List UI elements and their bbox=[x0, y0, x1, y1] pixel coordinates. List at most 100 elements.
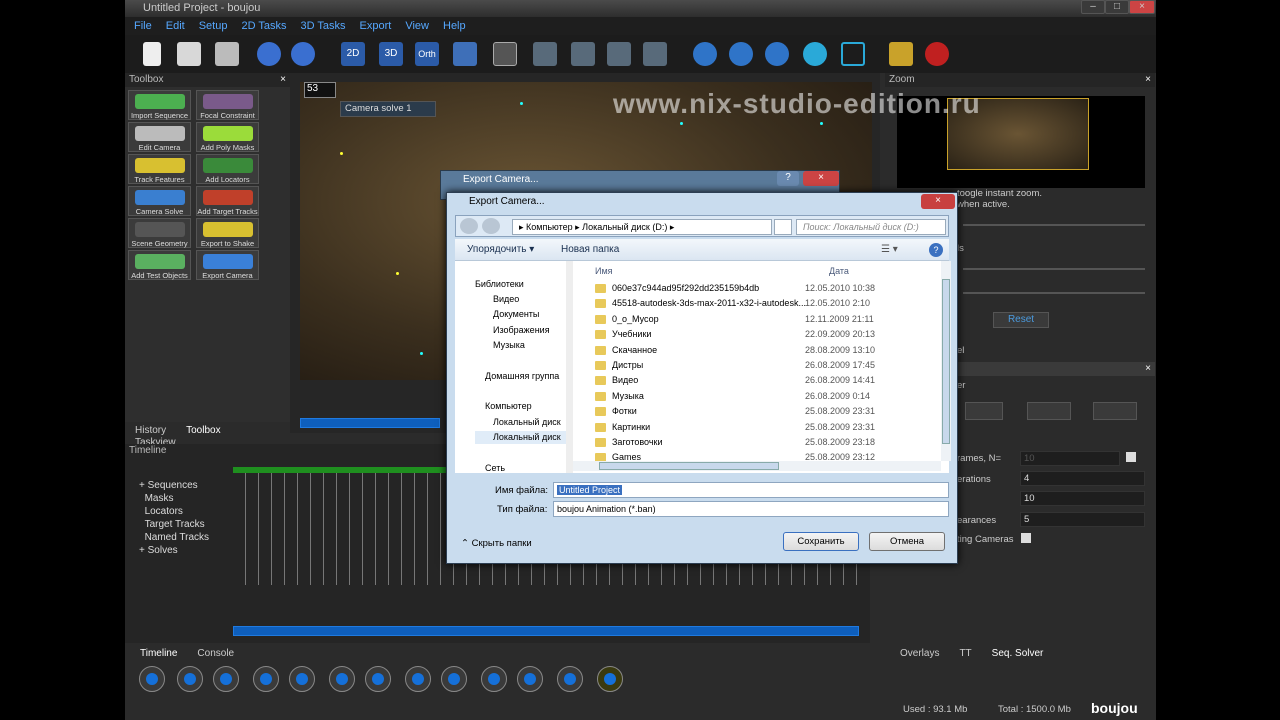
layout-4-icon[interactable] bbox=[643, 42, 667, 66]
frame-number-field[interactable]: 53 bbox=[304, 82, 336, 98]
tab-history[interactable]: History bbox=[125, 425, 176, 436]
zoom-slider-1[interactable] bbox=[963, 224, 1145, 226]
column-name[interactable]: Имя bbox=[595, 266, 613, 276]
tab-seq-solver[interactable]: Seq. Solver bbox=[982, 648, 1054, 659]
nav-local-disk-c[interactable]: Локальный диск bbox=[493, 417, 561, 427]
globe-2-icon[interactable] bbox=[729, 42, 753, 66]
search-red-icon[interactable] bbox=[925, 42, 949, 66]
globe-3-icon[interactable] bbox=[765, 42, 789, 66]
file-row[interactable]: Учебники 22.09.2009 20:13 bbox=[595, 327, 935, 342]
close-button[interactable]: × bbox=[1129, 0, 1155, 14]
seq-forward-button[interactable] bbox=[1093, 402, 1137, 420]
layout-3-icon[interactable] bbox=[607, 42, 631, 66]
file-row[interactable]: Скачанное 28.08.2009 13:10 bbox=[595, 343, 935, 358]
nav-computer[interactable]: Компьютер bbox=[485, 401, 532, 411]
value-field[interactable]: 10 bbox=[1020, 491, 1145, 506]
file-row[interactable]: 060e37c944ad95f292dd235159b4db 12.05.2010… bbox=[595, 281, 935, 296]
rewind-icon[interactable] bbox=[329, 666, 355, 692]
eye-icon[interactable] bbox=[803, 42, 827, 66]
tab-tt[interactable]: TT bbox=[949, 648, 981, 659]
menu-setup[interactable]: Setup bbox=[199, 20, 228, 32]
file-list-scrollbar[interactable] bbox=[941, 261, 951, 461]
timeline-scrollbar[interactable] bbox=[233, 626, 859, 636]
tree-target-tracks[interactable]: Target Tracks bbox=[139, 518, 209, 531]
cancel-button[interactable]: Отмена bbox=[869, 532, 945, 551]
breadcrumb[interactable]: ▸ Компьютер ▸ Локальный диск (D:) ▸ bbox=[512, 219, 772, 235]
toolbox-close-icon[interactable]: × bbox=[280, 73, 286, 87]
cameras-checkbox[interactable] bbox=[1021, 533, 1031, 543]
grid-view-icon[interactable] bbox=[493, 42, 517, 66]
graph-view-icon[interactable] bbox=[453, 42, 477, 66]
nav-network[interactable]: Сеть bbox=[485, 463, 505, 473]
range-end-icon[interactable] bbox=[517, 666, 543, 692]
file-row[interactable]: Видео 26.08.2009 14:41 bbox=[595, 373, 935, 388]
tree-named-tracks[interactable]: Named Tracks bbox=[139, 531, 209, 544]
tool-track-features[interactable]: Track Features bbox=[128, 154, 191, 184]
organize-button[interactable]: Упорядочить ▾ bbox=[467, 239, 534, 261]
tool-edit-camera[interactable]: Edit Camera bbox=[128, 122, 191, 152]
view-options-icon[interactable]: ☰ ▾ bbox=[881, 239, 898, 261]
nav-homegroup[interactable]: Домашняя группа bbox=[485, 371, 559, 381]
file-row[interactable]: 45518-autodesk-3ds-max-2011-x32-i-autode… bbox=[595, 296, 935, 311]
frames-field[interactable]: 10 bbox=[1020, 451, 1120, 466]
file-row[interactable]: Музыка 26.08.2009 0:14 bbox=[595, 389, 935, 404]
file-list-hscrollbar[interactable] bbox=[573, 461, 941, 471]
tool-add-target-tracks[interactable]: Add Target Tracks bbox=[196, 186, 259, 216]
viewport-scrubber[interactable] bbox=[300, 418, 440, 428]
globe-icon[interactable] bbox=[693, 42, 717, 66]
hide-folders-toggle[interactable]: ⌃ Скрыть папки bbox=[461, 538, 532, 549]
zoom-close-icon[interactable]: × bbox=[1145, 73, 1151, 87]
tree-sequences[interactable]: + Sequences bbox=[139, 479, 209, 492]
tool-export-to-shake[interactable]: Export to Shake bbox=[196, 218, 259, 248]
nav-images[interactable]: Изображения bbox=[493, 325, 550, 335]
menu-3d-tasks[interactable]: 3D Tasks bbox=[301, 20, 346, 32]
solver-close-icon[interactable]: × bbox=[1145, 362, 1151, 376]
menu-view[interactable]: View bbox=[405, 20, 429, 32]
key-prev-icon[interactable] bbox=[405, 666, 431, 692]
tree-locators[interactable]: Locators bbox=[139, 505, 209, 518]
back-help-button[interactable]: ? bbox=[777, 171, 799, 186]
save-button[interactable]: Сохранить bbox=[783, 532, 859, 551]
zoom-slider-2[interactable] bbox=[963, 268, 1145, 270]
minimize-button[interactable]: – bbox=[1081, 0, 1105, 14]
layout-1-icon[interactable] bbox=[533, 42, 557, 66]
tab-timeline[interactable]: Timeline bbox=[130, 648, 187, 659]
stop-icon[interactable] bbox=[177, 666, 203, 692]
frames-checkbox[interactable] bbox=[1126, 452, 1136, 462]
ortho-view-icon[interactable]: Orth bbox=[415, 42, 439, 66]
tool-add-poly-masks[interactable]: Add Poly Masks bbox=[196, 122, 259, 152]
menu-2d-tasks[interactable]: 2D Tasks bbox=[241, 20, 286, 32]
dialog-close-button[interactable]: × bbox=[921, 194, 955, 209]
tool-scene-geometry[interactable]: Scene Geometry bbox=[128, 218, 191, 248]
back-close-button[interactable]: × bbox=[803, 171, 839, 186]
filename-input[interactable]: Untitled Project bbox=[553, 482, 949, 498]
menu-file[interactable]: File bbox=[134, 20, 152, 32]
tool-add-locators[interactable]: Add Locators bbox=[196, 154, 259, 184]
tool-import-sequence[interactable]: Import Sequence bbox=[128, 90, 191, 120]
nav-video[interactable]: Видео bbox=[493, 294, 519, 304]
seq-back-button[interactable] bbox=[965, 402, 1003, 420]
help-icon[interactable]: ? bbox=[929, 243, 943, 257]
nav-local-disk-d[interactable]: Локальный диск bbox=[493, 432, 561, 442]
3d-view-icon[interactable]: 3D bbox=[379, 42, 403, 66]
appearances-field[interactable]: 5 bbox=[1020, 512, 1145, 527]
prev-frame-icon[interactable] bbox=[253, 666, 279, 692]
seq-both-button[interactable] bbox=[1027, 402, 1071, 420]
zoom-slider-3[interactable] bbox=[963, 292, 1145, 294]
maximize-button[interactable]: □ bbox=[1105, 0, 1129, 14]
search-input[interactable]: Поиск: Локальный диск (D:) bbox=[796, 219, 946, 235]
back-arrow-icon[interactable] bbox=[460, 218, 478, 234]
tree-solves[interactable]: + Solves bbox=[139, 544, 209, 557]
lock-icon[interactable] bbox=[597, 666, 623, 692]
iterations-field[interactable]: 4 bbox=[1020, 471, 1145, 486]
file-row[interactable]: 0_o_Мусор 12.11.2009 21:11 bbox=[595, 312, 935, 327]
play-reverse-icon[interactable] bbox=[139, 666, 165, 692]
nav-music[interactable]: Музыка bbox=[493, 340, 525, 350]
reset-button[interactable]: Reset bbox=[993, 312, 1049, 328]
fast-forward-icon[interactable] bbox=[365, 666, 391, 692]
file-row[interactable]: Фотки 25.08.2009 23:31 bbox=[595, 404, 935, 419]
save-icon[interactable] bbox=[215, 42, 239, 66]
file-row[interactable]: Картинки 25.08.2009 23:31 bbox=[595, 420, 935, 435]
menu-edit[interactable]: Edit bbox=[166, 20, 185, 32]
nav-libraries[interactable]: Библиотеки bbox=[475, 279, 524, 289]
